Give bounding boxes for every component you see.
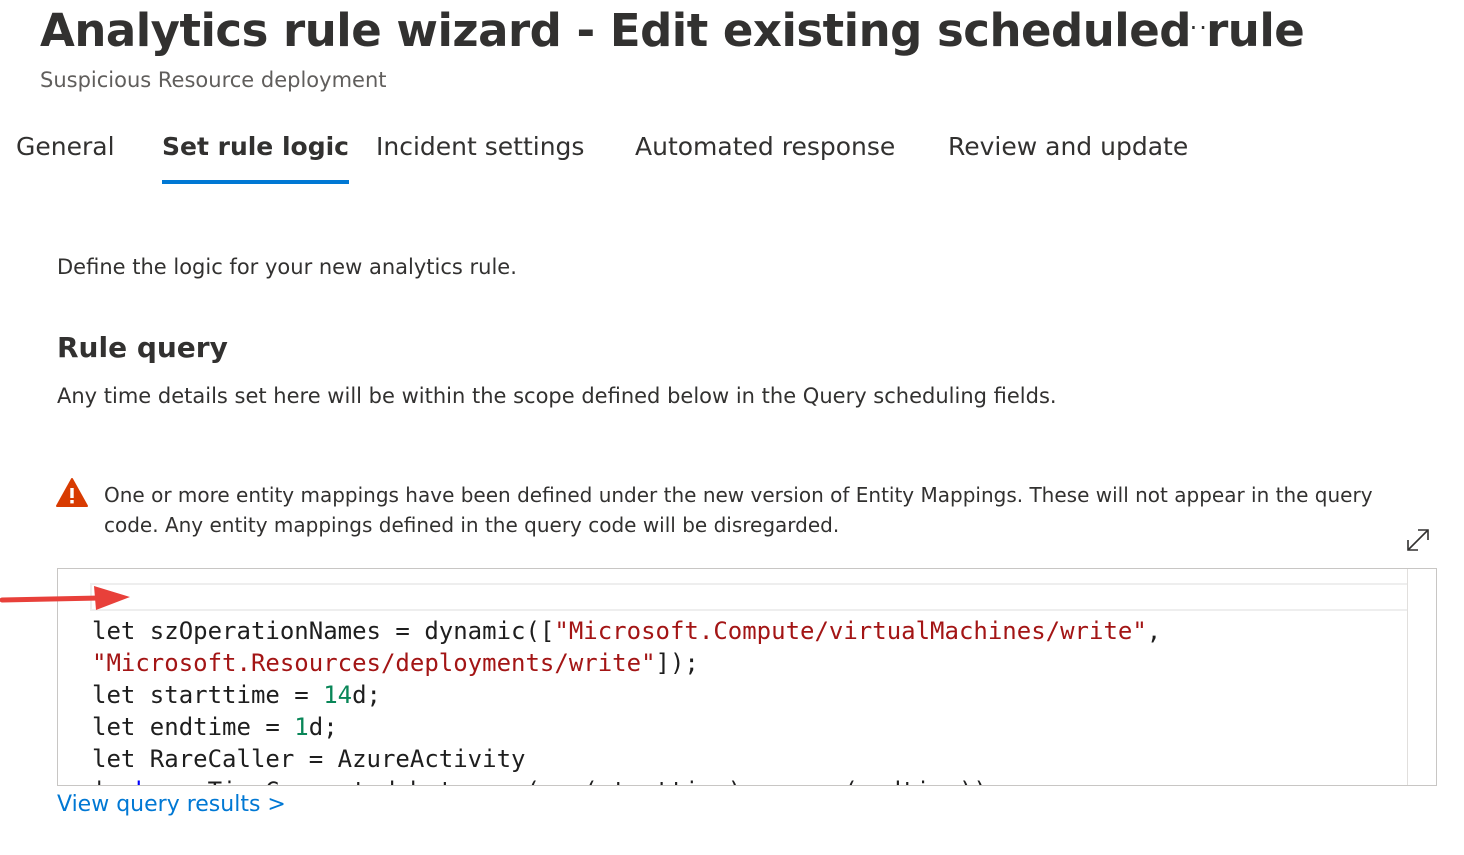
intro-text: Define the logic for your new analytics … [57,255,517,279]
tab-incident-settings[interactable]: Incident settings [376,132,584,186]
code-line: let szOperationNames = dynamic(["Microso… [92,617,1162,645]
code-line: "Microsoft.Resources/deployments/write"]… [92,649,699,677]
warning-icon [56,478,88,507]
tab-general[interactable]: General [16,132,115,186]
code-line: let endtime = 1d; [92,713,338,741]
code-line: | where TimeGenerated between (ago(start… [92,775,1161,785]
entity-mapping-warning: One or more entity mappings have been de… [104,483,1373,537]
editor-current-line [90,583,1436,611]
page-subtitle: Suspicious Resource deployment [40,68,387,92]
code-line: let starttime = 14d; [92,681,381,709]
rule-query-description: Any time details set here will be within… [57,384,1057,408]
query-editor[interactable]: let szOperationNames = dynamic(["Microso… [57,568,1437,786]
query-code[interactable]: let szOperationNames = dynamic(["Microso… [92,615,1162,785]
rule-query-heading: Rule query [57,331,228,364]
red-arrow-annotation [0,586,130,610]
view-query-results-link[interactable]: View query results > [57,792,286,817]
tab-automated-response[interactable]: Automated response [635,132,895,186]
wizard-tabs: General Set rule logic Incident settings… [0,132,1464,188]
tab-review-and-update[interactable]: Review and update [948,132,1188,186]
page-title: Analytics rule wizard - Edit existing sc… [40,4,1305,57]
code-line: let RareCaller = AzureActivity [92,745,526,773]
tab-set-rule-logic[interactable]: Set rule logic [162,132,349,186]
editor-scrollbar[interactable] [1407,569,1436,785]
expand-icon[interactable] [1403,525,1433,555]
more-options-button[interactable]: ··· [1180,14,1209,42]
